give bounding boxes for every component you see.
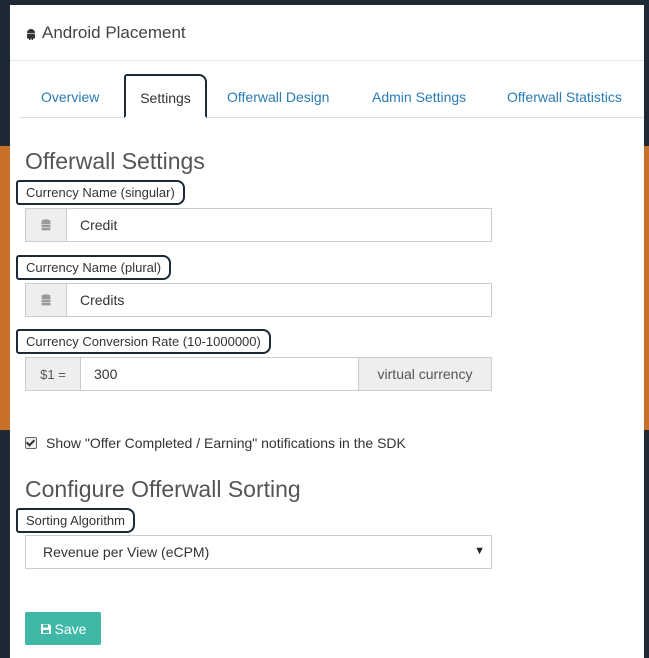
conversion-rate-label: Currency Conversion Rate (10-1000000) [16,329,271,354]
tab-offerwall-design[interactable]: Offerwall Design [227,77,329,117]
currency-plural-input[interactable]: Credits [80,284,124,316]
currency-plural-field[interactable]: Credits [25,283,492,317]
tab-settings[interactable]: Settings [124,74,207,118]
currency-singular-input[interactable]: Credit [80,209,117,241]
database-icon [26,284,67,316]
tab-admin-settings[interactable]: Admin Settings [372,77,466,117]
tab-overview[interactable]: Overview [41,77,99,117]
sorting-algorithm-select[interactable]: Revenue per View (eCPM) ▼ [25,535,492,569]
database-icon [26,209,67,241]
sdk-notification-checkbox[interactable] [25,437,37,449]
tab-bar: Overview Settings Offerwall Design Admin… [20,74,644,118]
sorting-heading: Configure Offerwall Sorting [25,476,301,502]
offerwall-settings-heading: Offerwall Settings [25,148,205,174]
tab-offerwall-statistics[interactable]: Offerwall Statistics [507,77,622,117]
conversion-suffix: virtual currency [358,358,491,390]
save-button-label: Save [54,620,87,637]
panel-header: Android Placement [10,5,644,61]
floppy-disk-icon [40,623,51,634]
currency-singular-field[interactable]: Credit [25,208,492,242]
sorting-algorithm-value: Revenue per View (eCPM) [43,544,210,560]
save-button[interactable]: Save [25,612,101,645]
currency-singular-label: Currency Name (singular) [16,180,185,205]
conversion-prefix: $1 = [26,358,81,390]
conversion-rate-field[interactable]: $1 = 300 virtual currency [25,357,492,391]
sdk-notification-option[interactable]: Show "Offer Completed / Earning" notific… [25,435,406,451]
page-title: Android Placement [42,23,186,42]
conversion-rate-input[interactable]: 300 [94,358,117,390]
android-icon [27,29,35,40]
currency-plural-label: Currency Name (plural) [16,255,172,280]
caret-down-icon: ▼ [474,545,485,557]
settings-panel: Android Placement Overview Settings Offe… [10,5,644,658]
sdk-notification-label: Show "Offer Completed / Earning" notific… [46,435,406,451]
sorting-algorithm-label: Sorting Algorithm [16,508,135,533]
